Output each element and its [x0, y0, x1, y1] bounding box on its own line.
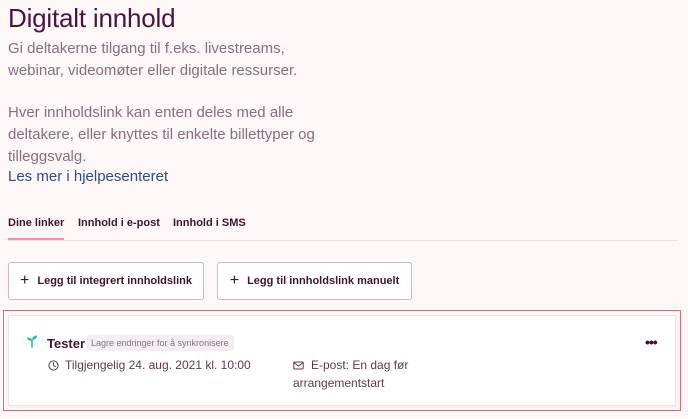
- add-integrated-link-button[interactable]: + Legg til integrert innholdslink: [8, 262, 204, 300]
- sprout-icon: [27, 335, 37, 348]
- plus-icon: +: [20, 272, 30, 289]
- clock-icon: [48, 360, 59, 371]
- content-link-card[interactable]: Tester Lagre endringer for å synkroniser…: [8, 315, 676, 406]
- tab-my-links[interactable]: Dine linker: [8, 216, 65, 240]
- mail-icon: [293, 361, 304, 370]
- tab-bar: Dine linker Innhold i e-post Innhold i S…: [8, 216, 678, 241]
- tab-email-content[interactable]: Innhold i e-post: [78, 216, 160, 238]
- link-name: Tester: [47, 336, 86, 351]
- status-badge: Lagre endringer for å synkronisere: [86, 335, 234, 351]
- help-center-link[interactable]: Les mer i hjelpesenteret: [8, 166, 168, 188]
- email-schedule-text-continued: arrangementstart: [293, 376, 385, 390]
- plus-icon: +: [229, 272, 240, 289]
- add-integrated-link-label: Legg til integrert innholdslink: [37, 275, 192, 287]
- add-manual-link-label: Legg til innholdslink manuelt: [247, 275, 400, 287]
- page-title: Digitalt innhold: [8, 3, 176, 33]
- add-manual-link-button[interactable]: + Legg til innholdslink manuelt: [217, 262, 412, 300]
- more-options-icon[interactable]: •••: [645, 334, 658, 350]
- email-schedule-text: E-post: En dag før: [311, 358, 409, 372]
- page-description: Gi deltakerne tilgang til f.eks. livestr…: [8, 40, 298, 79]
- page-description-sharing: Hver innholdslink kan enten deles med al…: [8, 104, 315, 165]
- availability-text: Tilgjengelig 24. aug. 2021 kl. 10:00: [65, 358, 251, 372]
- tab-sms-content[interactable]: Innhold i SMS: [173, 216, 246, 238]
